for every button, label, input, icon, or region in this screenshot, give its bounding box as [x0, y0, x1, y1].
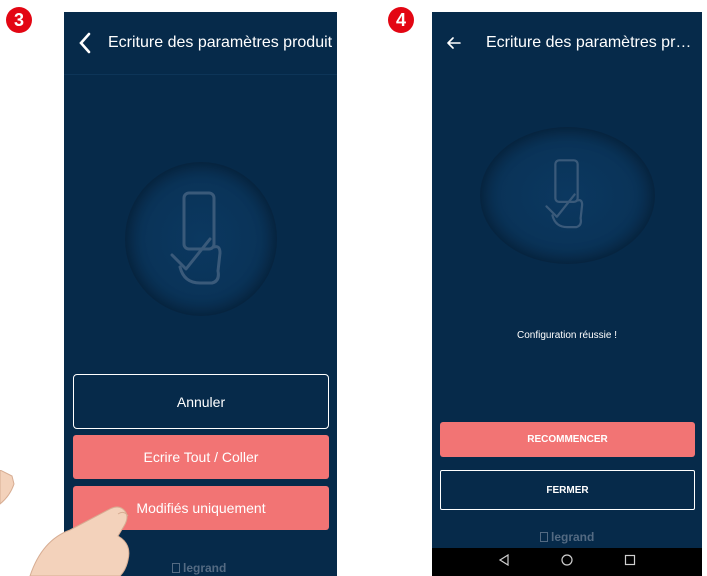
android-nav-bar [432, 548, 702, 576]
page-title-left: Ecriture des paramètres produit [108, 34, 333, 51]
hand-pointer-illustration [0, 470, 130, 576]
chevron-left-icon[interactable] [70, 32, 100, 54]
legrand-logo-right: legrand [540, 530, 594, 544]
cancel-button[interactable]: Annuler [73, 374, 329, 429]
brand-label-right: legrand [551, 530, 595, 544]
restart-button[interactable]: RECOMMENCER [440, 422, 695, 457]
nav-back-icon[interactable] [498, 553, 510, 571]
app-header-left: Ecriture des paramètres produit [64, 12, 337, 75]
nav-home-icon[interactable] [561, 553, 573, 571]
close-button[interactable]: FERMER [440, 470, 695, 510]
app-header-right: Ecriture des paramètres prod... [432, 12, 702, 74]
legrand-logo-left: legrand [172, 561, 226, 575]
nfc-circle-left [125, 162, 277, 316]
nfc-circle-right [480, 127, 655, 264]
step-badge-3: 3 [6, 7, 32, 33]
nav-recent-icon[interactable] [624, 553, 636, 571]
nfc-phone-hand-icon [542, 153, 594, 238]
phone-screen-right: Ecriture des paramètres prod... Configur… [432, 12, 702, 576]
page-title-right: Ecriture des paramètres prod... [486, 34, 696, 51]
arrow-left-icon[interactable] [442, 37, 466, 49]
step-badge-4: 4 [388, 7, 414, 33]
legrand-logo-icon [540, 532, 548, 542]
nfc-phone-hand-icon [166, 187, 236, 292]
brand-label-left: legrand [183, 561, 227, 575]
status-message: Configuration réussie ! [516, 330, 618, 341]
